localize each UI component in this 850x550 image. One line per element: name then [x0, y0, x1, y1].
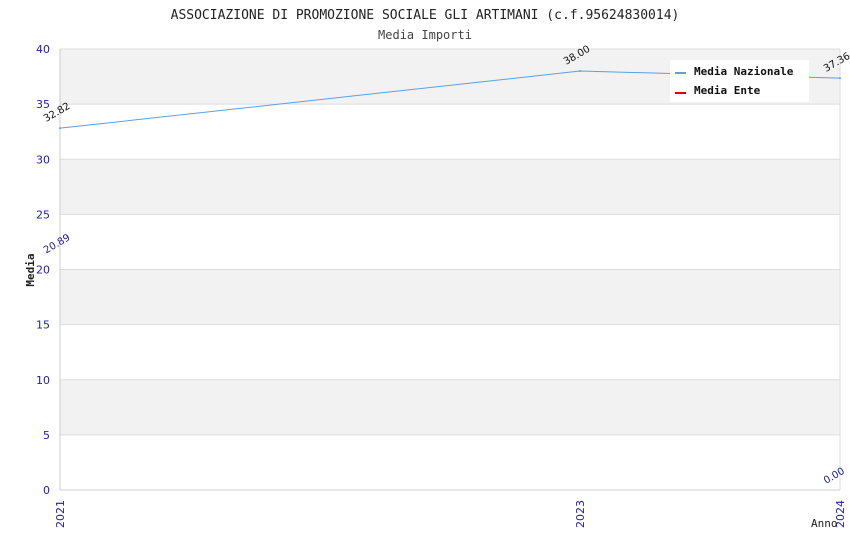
plot-band — [60, 159, 840, 215]
legend-label-media-ente: Media Ente — [694, 84, 761, 97]
y-tick-label: 20 — [36, 264, 50, 277]
plot-band — [60, 269, 840, 325]
y-axis-label: Media — [24, 253, 37, 286]
chart-title: ASSOCIAZIONE DI PROMOZIONE SOCIALE GLI A… — [171, 8, 680, 23]
plot-band — [60, 214, 840, 270]
y-tick-label: 40 — [36, 43, 50, 56]
y-tick-label: 15 — [36, 319, 50, 332]
data-point — [839, 77, 841, 80]
y-tick-label: 0 — [43, 484, 50, 497]
plot-band — [60, 104, 840, 160]
chart-subtitle: Media Importi — [378, 28, 472, 42]
y-tick-label: 35 — [36, 98, 50, 111]
plot-band — [60, 324, 840, 380]
x-tick-labels: 2021 2023 2024 — [54, 500, 847, 528]
y-tick-label: 30 — [36, 153, 50, 166]
y-tick-label: 25 — [36, 208, 50, 221]
y-tick-label: 10 — [36, 374, 50, 387]
data-point — [59, 127, 61, 130]
data-point — [579, 70, 581, 73]
legend: Media Nazionale Media Ente — [670, 60, 809, 102]
x-tick-label: 2023 — [574, 500, 587, 528]
y-tick-label: 5 — [43, 429, 50, 442]
x-axis-label: Anno — [811, 517, 838, 530]
plot-band — [60, 434, 840, 490]
plot-band — [60, 379, 840, 435]
legend-label-media-nazionale: Media Nazionale — [694, 65, 794, 78]
line-chart: 0510152025303540 2021 2023 2024 32.8238.00… — [24, 8, 850, 530]
x-tick-label: 2021 — [54, 500, 67, 528]
